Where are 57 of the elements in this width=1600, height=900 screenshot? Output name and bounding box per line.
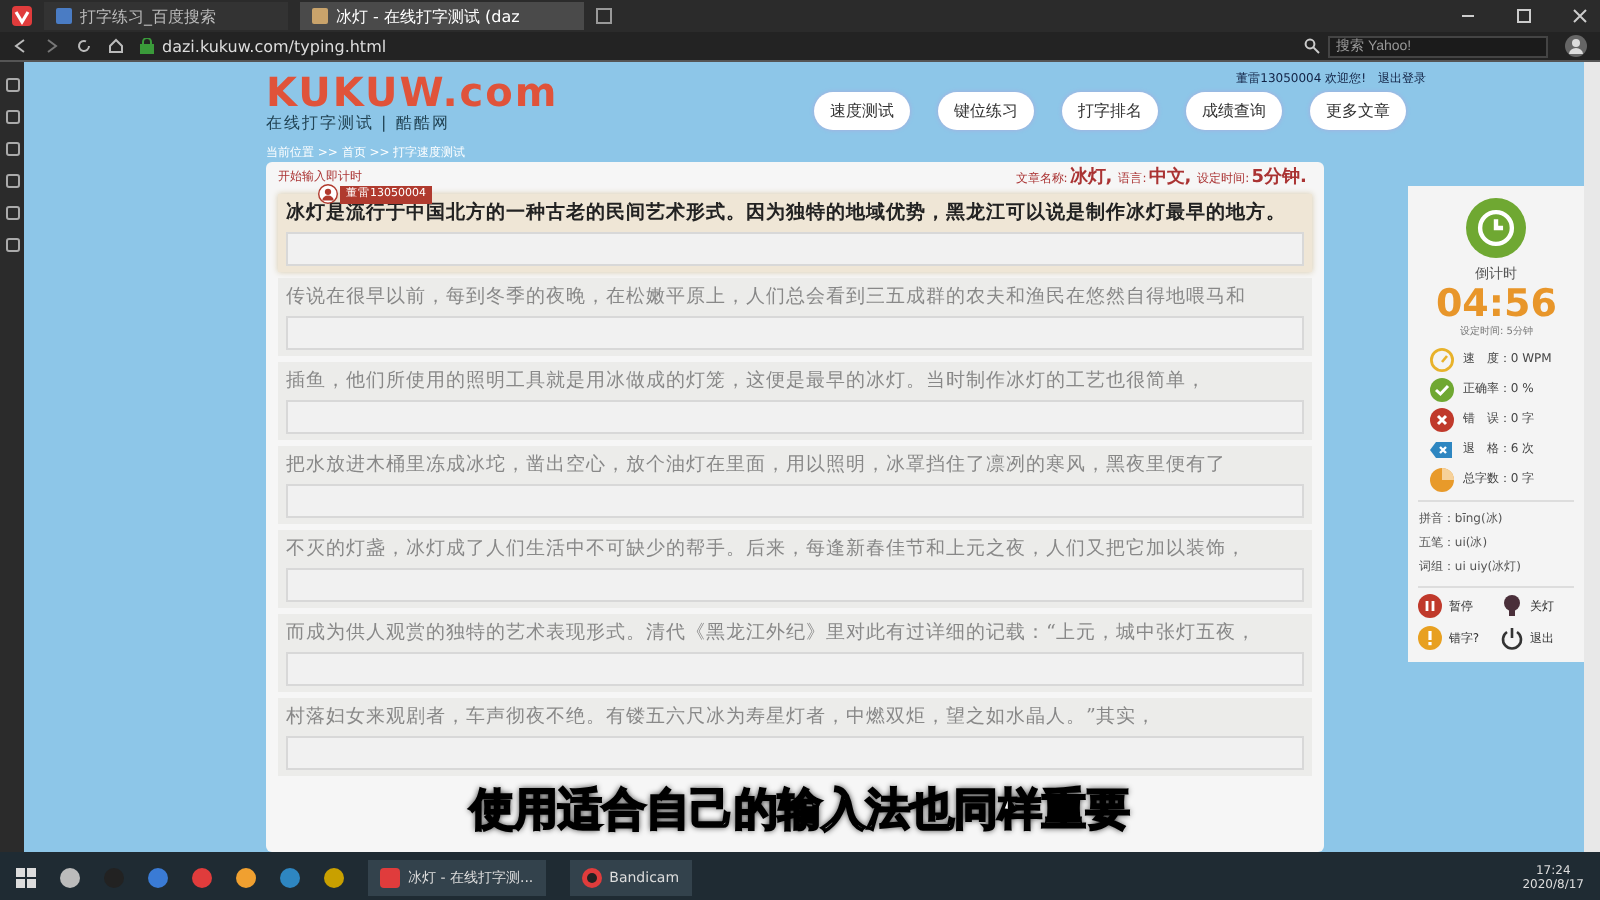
- close-icon[interactable]: [1572, 8, 1588, 24]
- app-icon[interactable]: [148, 867, 168, 887]
- browser-tab[interactable]: 冰灯 - 在线打字测试 (daz: [300, 2, 584, 30]
- countdown-time: 04:56: [1433, 284, 1559, 324]
- gauge-icon: [1430, 347, 1455, 371]
- scrollbar[interactable]: [1584, 62, 1600, 852]
- site-slogan: 在线打字测试 | 酷酷网: [266, 114, 450, 134]
- bulb-icon: [1500, 594, 1525, 618]
- windows-start-icon[interactable]: [16, 867, 36, 887]
- nav-cloud-link[interactable]: 键位练习: [938, 92, 1034, 130]
- nav-cloud-link[interactable]: 成绩查询: [1186, 92, 1282, 130]
- cross-icon: [1430, 407, 1455, 431]
- source-text: 村落妇女来观剧者，车声彻夜不绝。有镂五六尺冰为寿星灯者，中燃双炬，望之如水晶人。”其实，: [286, 704, 1156, 732]
- nav-cloud-link[interactable]: 速度测试: [814, 92, 910, 130]
- reload-icon[interactable]: [76, 38, 92, 54]
- page-icon: [56, 8, 72, 24]
- alert-icon: [1418, 626, 1443, 650]
- check-icon: [1430, 377, 1455, 401]
- app-icon[interactable]: [236, 867, 256, 887]
- nav-cloud-link[interactable]: 更多文章: [1310, 92, 1406, 130]
- source-text: 把水放进木桶里冻成冰坨，凿出空心，放个油灯在里面，用以照明，冰罩挡住了凛冽的寒风，黑夜里便有了: [286, 452, 1226, 480]
- app-icon[interactable]: [60, 867, 80, 887]
- typing-input-field[interactable]: [286, 400, 1305, 434]
- typing-input-field[interactable]: [286, 232, 1305, 266]
- search-icon: [1304, 38, 1320, 54]
- typing-input-field[interactable]: [286, 736, 1305, 770]
- power-icon: [1500, 626, 1525, 650]
- page-icon: [312, 8, 328, 24]
- home-icon[interactable]: [108, 38, 124, 54]
- lock-icon: [140, 38, 154, 54]
- typing-input-field[interactable]: [286, 484, 1305, 518]
- typing-input-field[interactable]: [286, 568, 1305, 602]
- browser-tab[interactable]: 打字练习_百度搜索: [44, 2, 288, 30]
- forward-icon[interactable]: [44, 38, 60, 54]
- new-tab-icon: [596, 8, 612, 24]
- app-icon[interactable]: [324, 867, 344, 887]
- browser-logo-icon: [12, 6, 32, 26]
- source-text: 而成为供人观赏的独特的艺术表现形式。清代《黑龙江外纪》里对此有过详细的记载：“上元，城中张灯五夜，: [286, 620, 1256, 648]
- profile-icon: [1564, 34, 1588, 58]
- source-text: 传说在很早以前，每到冬季的夜晚，在松嫩平原上，人们总会看到三五成群的农夫和渔民在悠然自得地喂马和: [286, 284, 1246, 312]
- nav-cloud-link[interactable]: 打字排名: [1062, 92, 1158, 130]
- pie-icon: [1430, 467, 1455, 491]
- app-icon[interactable]: [192, 867, 212, 887]
- source-text: 不灭的灯盏，冰灯成了人们生活中不可缺少的帮手。后来，每逢新春佳节和上元之夜，人们又把它加以装饰，: [286, 536, 1246, 564]
- address-field[interactable]: dazi.kukuw.com/typing.html: [140, 37, 1288, 55]
- app-icon: [380, 867, 400, 887]
- source-text: 插鱼，他们所使用的照明工具就是用冰做成的灯笼，这便是最早的冰灯。当时制作冰灯的工艺也很简单，: [286, 368, 1206, 396]
- app-icon[interactable]: [280, 867, 300, 887]
- maximize-icon[interactable]: [1516, 8, 1532, 24]
- typing-input-field[interactable]: [286, 316, 1305, 350]
- back-icon[interactable]: [12, 38, 28, 54]
- typing-input-field[interactable]: [286, 652, 1305, 686]
- pause-icon: [1418, 594, 1443, 618]
- video-subtitle: 使用适合自己的输入法也同样重要: [470, 788, 1130, 836]
- app-icon: [581, 867, 602, 887]
- backspace-icon: [1430, 437, 1455, 461]
- clock-icon: [1462, 198, 1531, 258]
